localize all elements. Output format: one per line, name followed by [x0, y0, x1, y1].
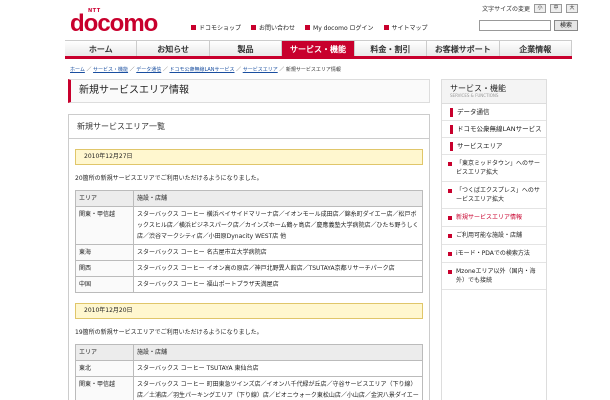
font-size-label: 文字サイズの変更: [482, 6, 530, 13]
red-bar-icon: [450, 141, 453, 151]
area-cell: 東海: [75, 244, 134, 261]
shops-cell: スターバックス コーヒー 横浜ベイサイドマリーナ店／イオンモール成田店／錦糸町ダ…: [133, 206, 423, 245]
search-button[interactable]: 検索: [554, 20, 578, 31]
sidebar-item-wlan[interactable]: ドコモ公衆無線LANサービス: [442, 121, 546, 138]
sidebar-subitem-new-area[interactable]: 新規サービスエリア情報: [442, 209, 546, 227]
font-size-switcher: 文字サイズの変更 小 中 大: [482, 4, 578, 13]
column-header-shops: 施設・店舗: [133, 190, 423, 207]
top-links: ドコモショップ お問い合わせ My docomo ログイン サイトマップ: [191, 23, 428, 32]
sidebar-title: サービス・機能: [450, 84, 506, 93]
table-header-row: エリア 施設・店舗: [75, 190, 423, 207]
area-list-box: 新規サービスエリア一覧 2010年12月27日 20箇所の新規サービスエリアでご…: [68, 114, 430, 400]
area-cell: 東北: [75, 360, 134, 377]
table-row: 中国 スターバックス コーヒー 福山ポートプラザ天満屋店: [75, 276, 423, 293]
square-bullet-icon: [383, 25, 389, 30]
area-cell: 関東・甲信越: [75, 206, 134, 245]
font-size-large-button[interactable]: 大: [566, 4, 578, 13]
square-bullet-icon: [251, 25, 257, 30]
area-table: エリア 施設・店舗 関東・甲信越 スターバックス コーヒー 横浜ベイサイドマリー…: [75, 190, 423, 293]
sidebar-header: サービス・機能 SERVICES & FUNCTIONS: [442, 80, 546, 104]
font-size-small-button[interactable]: 小: [534, 4, 546, 13]
area-cell: 中国: [75, 276, 134, 293]
sidebar-subitem-facilities[interactable]: ご利用可能な施設・店舗: [442, 227, 546, 245]
nav-corporate[interactable]: 企業情報: [500, 41, 572, 56]
sidebar-subitem-imode-search[interactable]: iモード・PDAでの検索方法: [442, 245, 546, 263]
sidebar-item-data[interactable]: データ通信: [442, 104, 546, 121]
shops-cell: スターバックス コーヒー 町田東急ツインズ店／イオン八千代緑が丘店／守谷サービス…: [133, 376, 423, 400]
column-header-area: エリア: [75, 344, 134, 361]
area-cell: 関西: [75, 260, 134, 277]
breadcrumb-current: 新規サービスエリア情報: [285, 67, 341, 73]
column-header-shops: 施設・店舗: [133, 344, 423, 361]
sidebar-item-area[interactable]: サービスエリア: [442, 138, 546, 155]
table-row: 関東・甲信越 スターバックス コーヒー 町田東急ツインズ店／イオン八千代緑が丘店…: [75, 376, 423, 400]
sidebar-subtitle: SERVICES & FUNCTIONS: [450, 93, 499, 98]
date-banner: 2010年12月20日: [75, 303, 423, 319]
breadcrumb: ホーム ／ サービス・機能 ／ データ通信 ／ ドコモ公衆無線LANサービス ／…: [70, 67, 341, 73]
area-cell: 関東・甲信越: [75, 376, 134, 400]
sidebar: サービス・機能 SERVICES & FUNCTIONS データ通信 ドコモ公衆…: [441, 79, 547, 400]
date-banner: 2010年12月27日: [75, 149, 423, 165]
breadcrumb-wlan[interactable]: ドコモ公衆無線LANサービス: [169, 67, 234, 73]
red-bar-icon: [450, 124, 453, 134]
docomo-logo[interactable]: docomo: [70, 12, 158, 36]
nav-news[interactable]: お知らせ: [137, 41, 210, 56]
sidebar-subitem-tsukuba[interactable]: 「つくばエクスプレス」へのサービスエリア拡大: [442, 182, 546, 209]
page: NTT docomo 文字サイズの変更 小 中 大 検索 ドコモショップ お問い…: [0, 0, 610, 400]
breadcrumb-home[interactable]: ホーム: [70, 67, 85, 73]
shops-cell: スターバックス コーヒー 福山ポートプラザ天満屋店: [133, 276, 423, 293]
font-size-medium-button[interactable]: 中: [550, 4, 562, 13]
table-row: 東海 スターバックス コーヒー 名古屋市立大学病院店: [75, 244, 423, 261]
table-row: 関東・甲信越 スターバックス コーヒー 横浜ベイサイドマリーナ店／イオンモール成…: [75, 206, 423, 245]
nav-services[interactable]: サービス・機能: [282, 41, 355, 56]
column-header-area: エリア: [75, 190, 134, 207]
sidebar-subitem-midtown[interactable]: 「東京ミッドタウン」へのサービスエリア拡大: [442, 155, 546, 182]
my-docomo-login-link[interactable]: My docomo ログイン: [305, 23, 374, 32]
shops-cell: スターバックス コーヒー イオン高の原店／神戸北野異人館店／TSUTAYA京都リ…: [133, 260, 423, 277]
docomo-shop-link[interactable]: ドコモショップ: [191, 23, 241, 32]
sitemap-link[interactable]: サイトマップ: [383, 23, 428, 32]
nav-support[interactable]: お客様サポート: [427, 41, 500, 56]
section-heading: 新規サービスエリア一覧: [69, 115, 429, 139]
nav-pricing[interactable]: 料金・割引: [355, 41, 428, 56]
shops-cell: スターバックス コーヒー TSUTAYA 東仙台店: [133, 360, 423, 377]
square-bullet-icon: [305, 25, 311, 30]
shops-cell: スターバックス コーヒー 名古屋市立大学病院店: [133, 244, 423, 261]
table-row: 東北 スターバックス コーヒー TSUTAYA 東仙台店: [75, 360, 423, 377]
contact-link[interactable]: お問い合わせ: [251, 23, 295, 32]
breadcrumb-area[interactable]: サービスエリア: [243, 67, 278, 73]
area-table: エリア 施設・店舗 東北 スターバックス コーヒー TSUTAYA 東仙台店 関…: [75, 344, 423, 400]
site-search: 検索: [479, 20, 578, 31]
table-header-row: エリア 施設・店舗: [75, 344, 423, 361]
nav-home[interactable]: ホーム: [65, 41, 138, 56]
search-input[interactable]: [479, 20, 551, 31]
section-intro: 19箇所の新規サービスエリアでご利用いただけるようになりました。: [75, 329, 263, 336]
sidebar-subitem-outside-mzone[interactable]: Mzoneエリア以外（国内・海外）でも接続: [442, 263, 546, 290]
breadcrumb-data[interactable]: データ通信: [136, 67, 161, 73]
table-row: 関西 スターバックス コーヒー イオン高の原店／神戸北野異人館店／TSUTAYA…: [75, 260, 423, 277]
section-intro: 20箇所の新規サービスエリアでご利用いただけるようになりました。: [75, 175, 263, 182]
page-title: 新規サービスエリア情報: [68, 79, 430, 103]
square-bullet-icon: [191, 25, 196, 30]
breadcrumb-services[interactable]: サービス・機能: [93, 67, 128, 73]
red-bar-icon: [450, 107, 453, 117]
global-nav: ホーム お知らせ 製品 サービス・機能 料金・割引 お客様サポート 企業情報: [65, 40, 572, 59]
nav-products[interactable]: 製品: [210, 41, 283, 56]
